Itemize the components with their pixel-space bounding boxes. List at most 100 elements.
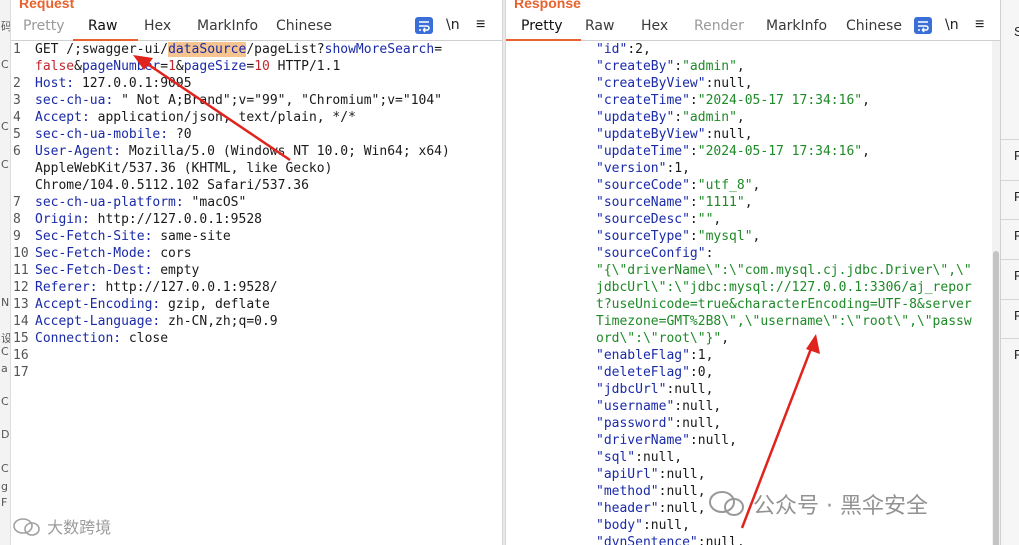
- left-strip-char: C: [1, 58, 9, 71]
- request-tabbar: Pretty Raw Hex MarkInfo Chinese \n ≡: [11, 13, 502, 41]
- header-value: empty: [152, 263, 200, 278]
- header-line: sec-ch-ua: " Not A;Brand";v="99", "Chrom…: [35, 92, 442, 109]
- header-name: sec-ch-ua-platform:: [35, 195, 184, 210]
- header-value: close: [121, 331, 169, 346]
- response-scrollbar[interactable]: [992, 41, 1000, 545]
- show-newlines-button[interactable]: \n: [446, 17, 460, 33]
- header-name: Accept-Language:: [35, 314, 161, 329]
- wechat-icon: [12, 517, 42, 541]
- left-strip-char: C: [1, 345, 9, 358]
- json-line: "username":null,: [596, 399, 722, 414]
- query-param-value: false: [35, 59, 75, 74]
- json-line: "sourceName":"1111",: [596, 195, 753, 210]
- json-line: "sourceConfig":: [596, 246, 714, 261]
- left-edge-strip: 码 C C C N 设 C a C D C g F: [0, 0, 11, 545]
- word-wrap-button[interactable]: [415, 17, 433, 34]
- query-param-name: pageSize: [183, 59, 247, 74]
- header-name: Sec-Fetch-Dest:: [35, 263, 153, 278]
- sidebar-item[interactable]: F: [1001, 219, 1019, 254]
- tab-raw[interactable]: Raw: [88, 18, 117, 34]
- header-name: Host:: [35, 76, 75, 91]
- json-line: "body":null,: [596, 518, 690, 533]
- sidebar-item[interactable]: F: [1001, 299, 1019, 334]
- json-line: "createBy":"admin",: [596, 59, 745, 74]
- query-param-name: showMoreSearch: [324, 42, 435, 57]
- json-line: ord\":\"root\"}",: [596, 331, 730, 346]
- json-key: "method": [596, 484, 659, 499]
- header-name: Accept:: [35, 110, 90, 125]
- header-name: Referer:: [35, 280, 98, 295]
- sidebar-item-label: F: [1014, 268, 1019, 283]
- json-line: "apiUrl":null,: [596, 467, 706, 482]
- header-line: sec-ch-ua-mobile: ?0: [35, 126, 192, 143]
- line-gutter: 1 2 3 4 5 6 7 8 9 10 11 12 13 14 15 16 1…: [11, 41, 33, 545]
- left-strip-char: 码: [1, 18, 10, 34]
- json-key: "header": [596, 501, 659, 516]
- tab-markinfo[interactable]: MarkInfo: [766, 18, 827, 34]
- tab-pretty[interactable]: Pretty: [23, 18, 65, 34]
- tab-raw[interactable]: Raw: [585, 18, 614, 34]
- query-param-name: pageNumber: [81, 59, 161, 74]
- tab-chinese[interactable]: Chinese: [276, 18, 332, 34]
- json-line: "version":1,: [596, 161, 690, 176]
- json-key: "createByView": [596, 76, 706, 91]
- json-value: null: [666, 484, 698, 499]
- json-key: "createTime": [596, 93, 690, 108]
- json-line: "sourceDesc":"",: [596, 212, 722, 227]
- header-value: Mozilla/5.0 (Windows NT 10.0; Win64; x64…: [121, 144, 450, 159]
- json-value: null: [666, 467, 698, 482]
- json-value: null: [650, 518, 683, 533]
- sidebar-item-label: F: [1014, 148, 1019, 163]
- json-value: "1111": [697, 195, 745, 210]
- sidebar-item-label: F: [1014, 228, 1019, 243]
- sidebar-item-label: F: [1014, 308, 1019, 323]
- line-number: 2: [13, 76, 21, 91]
- left-strip-char: N: [1, 296, 10, 309]
- word-wrap-button[interactable]: [914, 17, 932, 34]
- watermark-left: 大数跨境: [12, 514, 111, 541]
- scrollbar-thumb[interactable]: [993, 251, 999, 545]
- line-number: 9: [13, 229, 21, 244]
- json-value: null: [682, 399, 714, 414]
- left-strip-char: F: [1, 496, 8, 509]
- sidebar-item[interactable]: F: [1001, 259, 1019, 294]
- json-line: "header":null,: [596, 501, 706, 516]
- tab-hex[interactable]: Hex: [144, 18, 171, 34]
- line-number: 11: [13, 263, 29, 278]
- response-editor[interactable]: "id":2, "createBy":"admin", "createByVie…: [506, 41, 1000, 545]
- line-number: 10: [13, 246, 29, 261]
- json-line: "updateTime":"2024-05-17 17:34:16",: [596, 144, 870, 159]
- left-strip-char: g: [1, 480, 8, 493]
- json-value: 1: [674, 161, 683, 176]
- json-value: "2024-05-17 17:34:16": [697, 144, 863, 159]
- sidebar-item[interactable]: S: [1001, 16, 1019, 51]
- tab-markinfo[interactable]: MarkInfo: [197, 18, 258, 34]
- line-number: 15: [13, 331, 29, 346]
- sidebar-item[interactable]: F: [1001, 180, 1019, 215]
- sidebar-item[interactable]: F: [1001, 139, 1019, 174]
- request-editor[interactable]: 1 2 3 4 5 6 7 8 9 10 11 12 13 14 15 16 1…: [11, 41, 502, 545]
- left-strip-char: 设: [1, 330, 10, 346]
- json-key: "username": [596, 399, 675, 414]
- json-value: 1: [697, 348, 706, 363]
- tab-pretty[interactable]: Pretty: [521, 18, 563, 34]
- menu-icon[interactable]: ≡: [476, 16, 485, 34]
- left-strip-char: C: [1, 158, 9, 171]
- tab-render[interactable]: Render: [694, 18, 744, 34]
- header-line: Origin: http://127.0.0.1:9528: [35, 211, 262, 228]
- sidebar-item[interactable]: F: [1001, 338, 1019, 373]
- header-name: Sec-Fetch-Site:: [35, 229, 153, 244]
- json-value: "utf_8": [697, 178, 753, 193]
- header-value: zh-CN,zh;q=0.9: [160, 314, 278, 329]
- json-key: "body": [596, 518, 643, 533]
- show-newlines-button[interactable]: \n: [945, 17, 959, 33]
- menu-icon[interactable]: ≡: [975, 16, 984, 34]
- header-value: http://127.0.0.1:9528/: [97, 280, 278, 295]
- json-key: "updateByView": [596, 127, 706, 142]
- json-line: "enableFlag":1,: [596, 348, 714, 363]
- json-line: "method":null,: [596, 484, 706, 499]
- tab-hex[interactable]: Hex: [641, 18, 668, 34]
- json-string-continuation: Timezone=GMT%2B8\",\"username\":\"root\"…: [596, 314, 972, 329]
- json-value: null: [674, 382, 706, 397]
- tab-chinese[interactable]: Chinese: [846, 18, 902, 34]
